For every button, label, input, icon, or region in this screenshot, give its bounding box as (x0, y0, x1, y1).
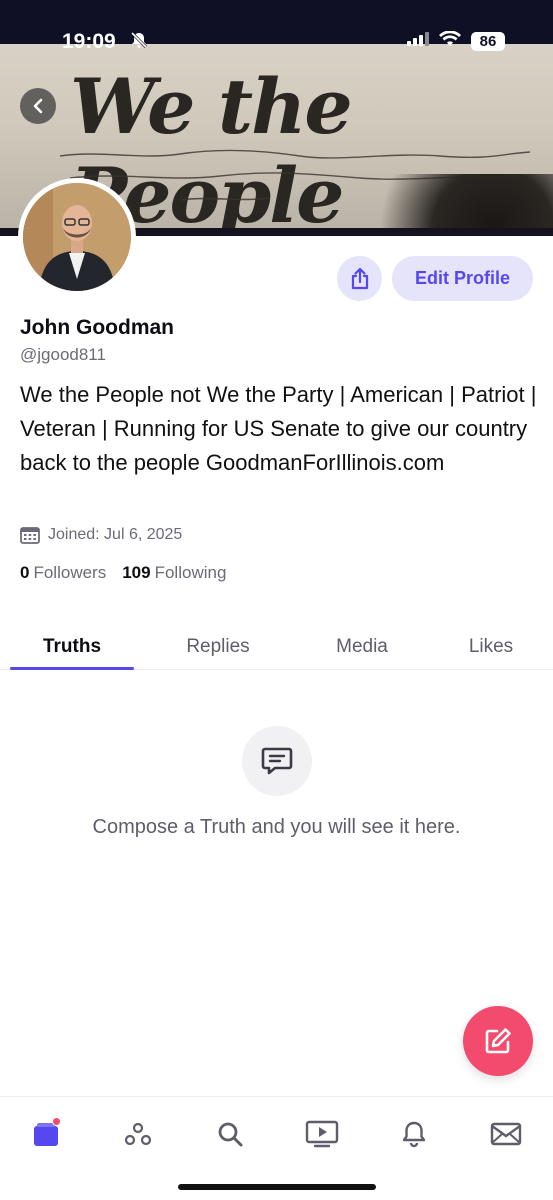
nav-notifications[interactable] (397, 1117, 431, 1151)
profile-name: John Goodman (20, 316, 174, 339)
follow-stats: 0 Followers 109 Following (20, 563, 226, 583)
search-icon (218, 1122, 243, 1147)
following-link[interactable]: 109 Following (122, 563, 226, 583)
nav-feed[interactable] (29, 1117, 63, 1151)
calendar-icon (20, 527, 40, 544)
following-label: Following (154, 563, 227, 582)
wifi-icon (439, 30, 461, 52)
status-bar: 19:09 86 (0, 0, 553, 53)
home-indicator[interactable] (178, 1184, 376, 1190)
followers-link[interactable]: 0 Followers (20, 563, 106, 583)
empty-state-message: Compose a Truth and you will see it here… (92, 816, 461, 838)
avatar[interactable] (18, 178, 136, 296)
status-time: 19:09 (62, 30, 116, 53)
edit-profile-button[interactable]: Edit Profile (392, 256, 533, 301)
tab-truths[interactable]: Truths (43, 636, 101, 658)
bell-muted-icon (130, 31, 148, 54)
signal-icon (407, 32, 429, 51)
avatar-photo (23, 183, 131, 291)
joined-date: Joined: Jul 6, 2025 (20, 526, 182, 544)
nav-messages[interactable] (489, 1117, 523, 1151)
followers-label: Followers (33, 563, 107, 582)
back-button[interactable] (20, 88, 56, 124)
nav-search[interactable] (213, 1117, 247, 1151)
joined-text: Joined: Jul 6, 2025 (48, 526, 183, 543)
nav-video[interactable] (305, 1117, 339, 1151)
compose-button[interactable] (463, 1006, 533, 1076)
bell-icon (402, 1121, 426, 1148)
empty-state-icon-wrap (242, 726, 312, 796)
nav-groups[interactable] (121, 1117, 155, 1151)
groups-icon (124, 1122, 152, 1146)
tab-media[interactable]: Media (336, 636, 388, 658)
tab-replies[interactable]: Replies (186, 636, 249, 658)
chevron-left-icon (33, 98, 43, 114)
profile-tabs: Truths Replies Media Likes (0, 628, 553, 670)
status-indicators: 86 (407, 30, 505, 52)
banner-shadow (353, 174, 553, 234)
active-tab-indicator (10, 667, 134, 670)
followers-count: 0 (20, 563, 30, 582)
following-count: 109 (122, 563, 151, 582)
chat-bubble-icon (261, 747, 293, 775)
profile-handle: @jgood811 (20, 345, 106, 364)
mail-icon (490, 1122, 522, 1146)
battery-level: 86 (471, 32, 505, 51)
compose-icon (485, 1028, 511, 1054)
video-icon (305, 1120, 339, 1148)
notification-badge (52, 1117, 61, 1126)
profile-bio: We the People not We the Party | America… (20, 382, 537, 475)
tab-likes[interactable]: Likes (469, 636, 513, 658)
share-icon (351, 267, 368, 289)
share-button[interactable] (337, 256, 382, 301)
